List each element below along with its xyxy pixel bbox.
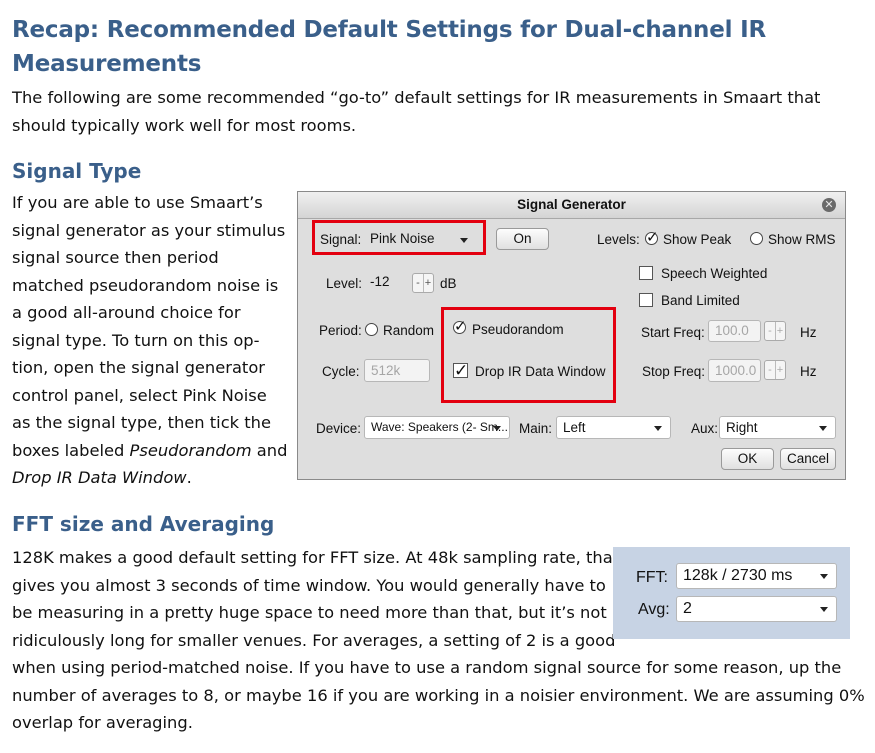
avg-label: Avg:: [638, 601, 670, 618]
fft-heading: FFT size and Averaging: [12, 512, 275, 536]
page-title-line-2: Measurements: [12, 51, 202, 77]
text-run: and: [251, 440, 288, 460]
intro-line: should typically work well for most room…: [12, 115, 357, 135]
emphasis-drop-ir: Drop IR Data Window: [12, 468, 187, 487]
plus-icon[interactable]: +: [775, 361, 785, 379]
intro-paragraph: The following are some recommended “go-t…: [12, 84, 820, 139]
level-value: -12: [370, 274, 390, 289]
stop-freq-value: 1000.0: [715, 363, 757, 378]
main-select[interactable]: Left: [556, 416, 671, 439]
start-freq-value: 100.0: [715, 323, 749, 338]
speech-weighted-checkbox[interactable]: [639, 266, 653, 280]
fft-size-select[interactable]: 128k / 2730 ms: [676, 563, 837, 589]
averages-value: 2: [683, 600, 692, 617]
stop-freq-stepper[interactable]: - +: [764, 360, 786, 380]
level-field[interactable]: -12: [364, 272, 410, 294]
paragraph-line: signal type. To turn on this op-: [12, 330, 260, 350]
fft-settings-panel: FFT: 128k / 2730 ms Avg: 2: [613, 547, 850, 639]
dialog-title: Signal Generator: [517, 197, 626, 212]
cycle-value: 512k: [371, 363, 401, 378]
signal-generator-dialog: Signal Generator ✕ Signal: Pink Noise On…: [297, 191, 846, 480]
signal-type-paragraph: If you are able to use Smaart’s signal g…: [12, 189, 287, 492]
highlight-box-signal: [312, 220, 486, 255]
fft-label: FFT:: [636, 569, 668, 586]
aux-select[interactable]: Right: [719, 416, 836, 439]
aux-select-value: Right: [726, 420, 758, 435]
paragraph-line: when using period-matched noise. If you …: [12, 658, 842, 677]
paragraph-line: If you are able to use Smaart’s: [12, 193, 263, 212]
band-limited-label: Band Limited: [661, 293, 740, 308]
paragraph-line: signal source then period: [12, 248, 219, 267]
paragraph-line: control panel, select Pink Noise: [12, 385, 267, 405]
highlight-box-options: [441, 307, 616, 403]
random-label: Random: [383, 323, 435, 338]
paragraph-line: overlap for averaging.: [12, 713, 193, 732]
device-label: Device:: [316, 421, 362, 436]
device-select-value: Wave: Speakers (2- Sm...: [371, 420, 508, 434]
plus-icon[interactable]: +: [775, 322, 785, 340]
paragraph-line: tion, open the signal generator: [12, 358, 265, 377]
hz-unit-label: Hz: [800, 364, 817, 379]
ok-button[interactable]: OK: [721, 448, 774, 470]
show-peak-radio[interactable]: ✓: [645, 230, 659, 245]
chevron-down-icon: [820, 607, 828, 612]
cycle-label: Cycle:: [322, 364, 360, 379]
on-button[interactable]: On: [496, 228, 549, 250]
chevron-down-icon: [819, 425, 827, 431]
paragraph-line: Drop IR Data Window.: [12, 464, 287, 492]
db-unit-label: dB: [440, 276, 457, 291]
main-label: Main:: [519, 421, 553, 436]
fft-size-value: 128k / 2730 ms: [683, 567, 793, 584]
page-title: Recap: Recommended Default Settings for …: [12, 13, 792, 81]
paragraph-line: as the signal type, then tick the: [12, 413, 271, 432]
band-limited-checkbox[interactable]: [639, 293, 653, 307]
averages-select[interactable]: 2: [676, 596, 837, 622]
paragraph-line: boxes labeled Pseudorandom and: [12, 437, 287, 465]
device-select[interactable]: Wave: Speakers (2- Sm...: [364, 416, 510, 439]
stop-freq-field[interactable]: 1000.0: [708, 359, 761, 382]
chevron-down-icon: [820, 574, 828, 579]
text-run: .: [186, 468, 192, 487]
period-label: Period:: [319, 323, 362, 338]
cancel-button[interactable]: Cancel: [780, 448, 836, 470]
show-rms-radio[interactable]: [750, 232, 763, 245]
dialog-titlebar: Signal Generator: [298, 192, 845, 219]
close-icon[interactable]: ✕: [822, 198, 836, 212]
start-freq-field[interactable]: 100.0: [708, 320, 761, 342]
speech-weighted-label: Speech Weighted: [661, 266, 768, 281]
show-peak-label: Show Peak: [663, 232, 732, 247]
main-select-value: Left: [563, 420, 586, 435]
intro-line: The following are some recommended “go-t…: [12, 88, 821, 107]
show-rms-label: Show RMS: [768, 232, 836, 247]
start-freq-label: Start Freq:: [641, 325, 705, 340]
hz-unit-label: Hz: [800, 325, 817, 340]
page-title-line-1: Recap: Recommended Default Settings for …: [12, 17, 766, 43]
paragraph-line: signal generator as your stimulus: [12, 220, 286, 240]
paragraph-line: matched pseudorandom noise is: [12, 275, 279, 295]
random-radio[interactable]: [365, 323, 378, 336]
level-stepper[interactable]: - +: [412, 273, 434, 293]
text-run: boxes labeled: [12, 440, 130, 460]
chevron-down-icon: [493, 425, 501, 431]
level-label: Level:: [326, 276, 363, 291]
start-freq-stepper[interactable]: - +: [764, 321, 786, 341]
plus-icon[interactable]: +: [423, 274, 433, 292]
cycle-field[interactable]: 512k: [364, 359, 430, 382]
signal-type-heading: Signal Type: [12, 159, 142, 183]
stop-freq-label: Stop Freq:: [642, 364, 706, 379]
paragraph-line: number of averages to 8, or maybe 16 if …: [12, 685, 865, 705]
paragraph-line: a good all-around choice for: [12, 303, 241, 322]
levels-label: Levels:: [597, 232, 640, 247]
chevron-down-icon: [654, 425, 662, 431]
aux-label: Aux:: [691, 421, 719, 436]
emphasis-pseudorandom: Pseudorandom: [129, 440, 252, 460]
